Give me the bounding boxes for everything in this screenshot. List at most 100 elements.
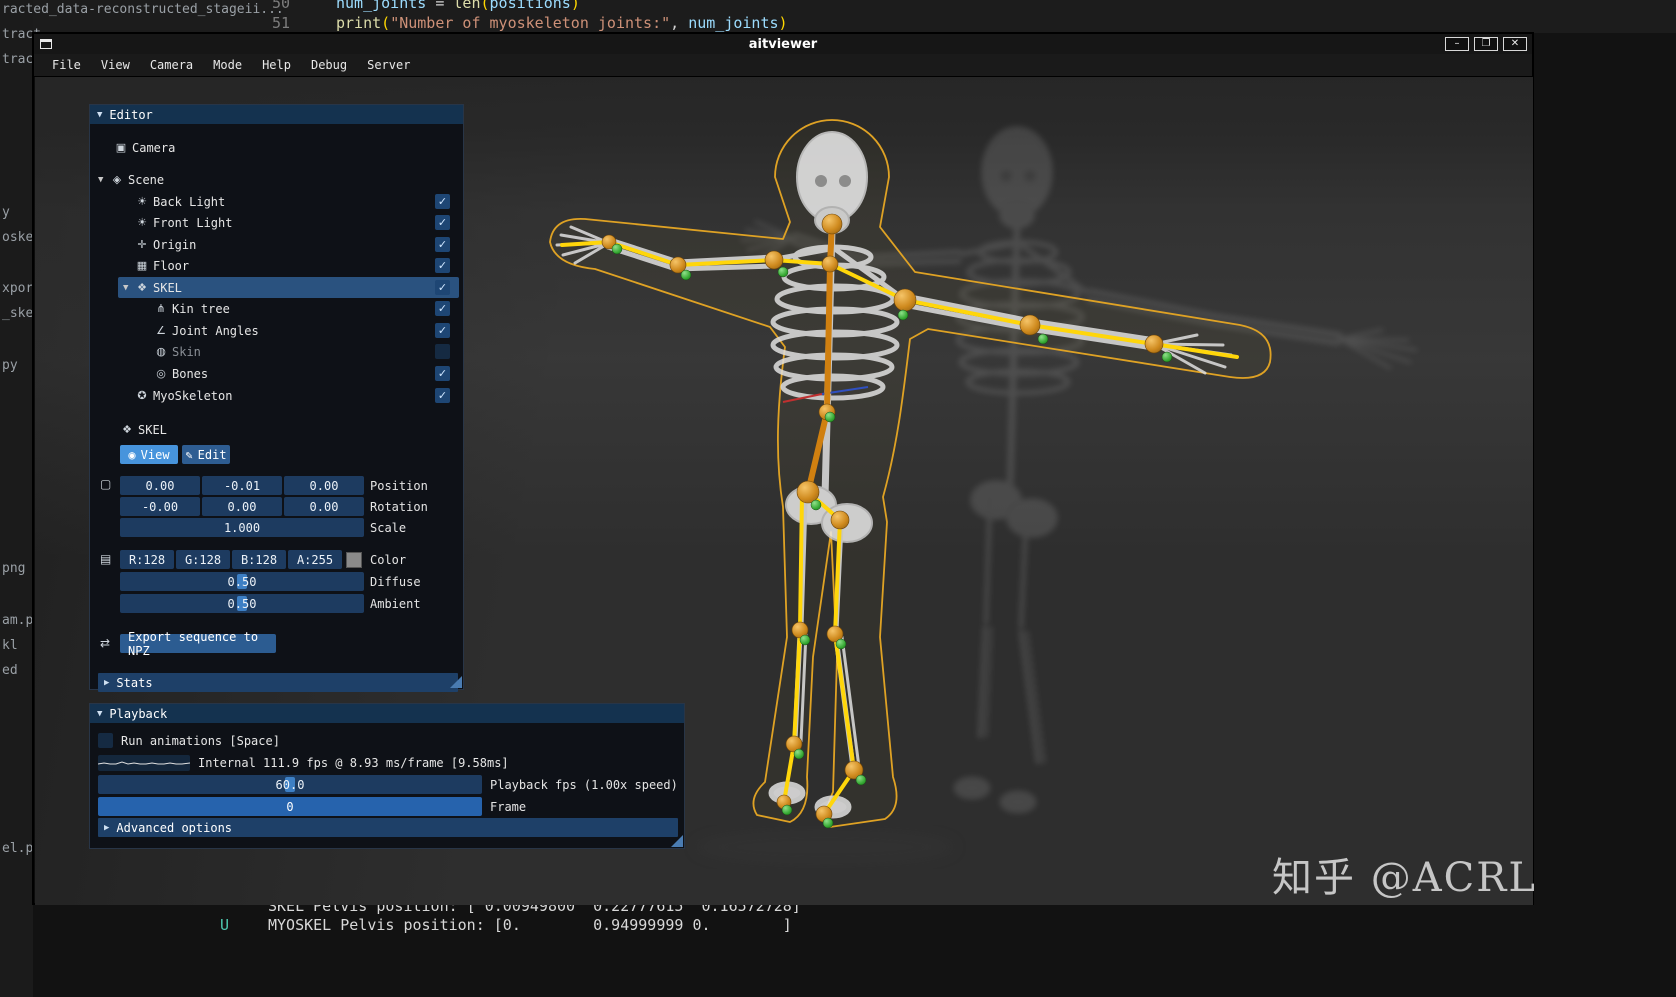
playback-fps-label: Playback fps (1.00x speed) <box>490 777 678 792</box>
skeleton-icon: ❖ <box>137 281 147 294</box>
tree-item-label: MyoSkeleton <box>153 388 233 403</box>
tree-item-label: Scene <box>128 172 165 187</box>
tree-item-skin[interactable]: ◍ Skin <box>90 341 463 362</box>
check-icon: ✓ <box>437 216 448 229</box>
position-z-field[interactable]: 0.00 <box>284 476 364 495</box>
window-title: aitviewer <box>748 36 818 52</box>
edit-mode-button[interactable]: ✎ Edit <box>182 445 230 464</box>
rotation-row: -0.00 0.00 0.00 Rotation <box>90 496 463 517</box>
visibility-checkbox[interactable]: ✓ <box>435 323 450 338</box>
editor-panel-title: Editor <box>109 107 153 122</box>
view-button-label: View <box>140 447 170 462</box>
tree-item-label: Origin <box>153 237 197 252</box>
visibility-checkbox-unchecked[interactable] <box>435 344 450 359</box>
visibility-checkbox[interactable]: ✓ <box>435 366 450 381</box>
code-token: len <box>453 0 481 12</box>
editor-panel-header[interactable]: ▼ Editor <box>90 105 463 124</box>
scale-field[interactable]: 1.000 <box>120 518 364 537</box>
visibility-checkbox[interactable]: ✓ <box>435 258 450 273</box>
tree-item-front-light[interactable]: ☀ Front Light ✓ <box>90 212 463 233</box>
menu-file[interactable]: File <box>42 58 91 72</box>
ambient-label: Ambient <box>370 596 421 611</box>
bones-icon: ◎ <box>156 367 166 380</box>
color-b-field[interactable]: B:128 <box>232 550 286 569</box>
code-token: num_joints <box>336 0 427 12</box>
visibility-checkbox[interactable]: ✓ <box>435 280 450 295</box>
file-fragment: oske <box>2 230 34 245</box>
tree-item-label: Camera <box>132 140 176 155</box>
color-a-field[interactable]: A:255 <box>288 550 342 569</box>
scale-label: Scale <box>370 520 407 535</box>
code-token: ) <box>570 0 580 12</box>
code-line-51: 51 print("Number of myoskeleton joints:",… <box>230 13 788 33</box>
color-swatch[interactable] <box>346 551 362 568</box>
frame-label: Frame <box>490 799 527 814</box>
tree-item-back-light[interactable]: ☀ Back Light ✓ <box>90 191 463 212</box>
playback-panel-header[interactable]: ▼ Playback <box>90 704 684 723</box>
menu-debug[interactable]: Debug <box>301 58 357 72</box>
playback-panel: ▼ Playback Run animations [Space] Intern… <box>89 703 685 849</box>
maximize-button[interactable]: ❐ <box>1474 37 1498 51</box>
chevron-down-icon[interactable]: ▼ <box>98 175 110 185</box>
visibility-checkbox[interactable]: ✓ <box>435 194 450 209</box>
tree-item-kin-tree[interactable]: ⋔ Kin tree ✓ <box>90 298 463 319</box>
view-mode-button[interactable]: ◉ View <box>120 445 178 464</box>
check-icon: ✓ <box>437 195 448 208</box>
resize-grip[interactable] <box>450 676 462 688</box>
frame-value: 0 <box>286 799 294 814</box>
menu-camera[interactable]: Camera <box>140 58 203 72</box>
light-icon: ☀ <box>137 195 147 208</box>
check-icon: ✓ <box>437 389 448 402</box>
fps-stats-text: Internal 111.9 fps @ 8.93 ms/frame [9.58… <box>198 755 509 770</box>
diffuse-slider[interactable]: 0.50 <box>120 572 364 591</box>
file-fragment: xpor <box>2 281 34 296</box>
tree-item-origin[interactable]: ✛ Origin ✓ <box>90 234 463 255</box>
tree-item-floor[interactable]: ▦ Floor ✓ <box>90 255 463 276</box>
menu-server[interactable]: Server <box>357 58 420 72</box>
tree-item-camera[interactable]: ▣ Camera <box>90 137 463 158</box>
tree-item-joint-angles[interactable]: ∠ Joint Angles ✓ <box>90 320 463 341</box>
tree-item-scene[interactable]: ▼ ◈ Scene <box>90 169 463 190</box>
menu-help[interactable]: Help <box>252 58 301 72</box>
stats-collapsing-header[interactable]: ▶ Stats <box>98 673 458 692</box>
visibility-checkbox[interactable]: ✓ <box>435 388 450 403</box>
position-y-field[interactable]: -0.01 <box>202 476 282 495</box>
code-token: ( <box>381 14 391 32</box>
frame-slider[interactable]: 0 <box>98 797 482 816</box>
close-button[interactable]: ✕ <box>1503 37 1527 51</box>
visibility-checkbox[interactable]: ✓ <box>435 237 450 252</box>
rotation-y-field[interactable]: 0.00 <box>202 497 282 516</box>
minimize-button[interactable]: – <box>1445 37 1469 51</box>
tree-item-bones[interactable]: ◎ Bones ✓ <box>90 363 463 384</box>
menu-mode[interactable]: Mode <box>203 58 252 72</box>
ambient-slider[interactable]: 0.50 <box>120 594 364 613</box>
tree-item-myoskeleton[interactable]: ✪ MyoSkeleton ✓ <box>90 385 463 406</box>
collapse-icon[interactable]: ▼ <box>97 709 102 719</box>
advanced-options-label: Advanced options <box>116 820 233 835</box>
run-animations-label: Run animations [Space] <box>121 733 280 748</box>
chevron-right-icon: ▶ <box>104 822 110 833</box>
position-label: Position <box>370 478 428 493</box>
color-r-field[interactable]: R:128 <box>120 550 174 569</box>
mode-buttons-row: ◉ View ✎ Edit <box>90 444 463 465</box>
advanced-options-header[interactable]: ▶ Advanced options <box>98 818 678 837</box>
tree-item-label: Floor <box>153 258 190 273</box>
menu-view[interactable]: View <box>91 58 140 72</box>
tree-item-skel-selected[interactable]: ▼ ❖ SKEL ✓ <box>118 277 459 298</box>
visibility-checkbox[interactable]: ✓ <box>435 215 450 230</box>
run-animations-checkbox[interactable] <box>98 733 113 748</box>
position-x-field[interactable]: 0.00 <box>120 476 200 495</box>
visibility-checkbox[interactable]: ✓ <box>435 301 450 316</box>
color-g-field[interactable]: G:128 <box>176 550 230 569</box>
file-fragment: y <box>2 205 10 220</box>
export-npz-button[interactable]: Export sequence to NPZ <box>120 630 276 658</box>
chevron-down-icon[interactable]: ▼ <box>123 283 135 293</box>
collapse-icon[interactable]: ▼ <box>97 110 102 120</box>
resize-grip[interactable] <box>671 835 683 847</box>
rotation-z-field[interactable]: 0.00 <box>284 497 364 516</box>
rotation-x-field[interactable]: -0.00 <box>120 497 200 516</box>
code-line-50: 50 num_joints = len(positions) <box>230 0 788 13</box>
diffuse-label: Diffuse <box>370 574 421 589</box>
window-titlebar[interactable]: aitviewer – ❐ ✕ <box>34 34 1532 54</box>
playback-fps-slider[interactable]: 60.0 <box>98 775 482 794</box>
